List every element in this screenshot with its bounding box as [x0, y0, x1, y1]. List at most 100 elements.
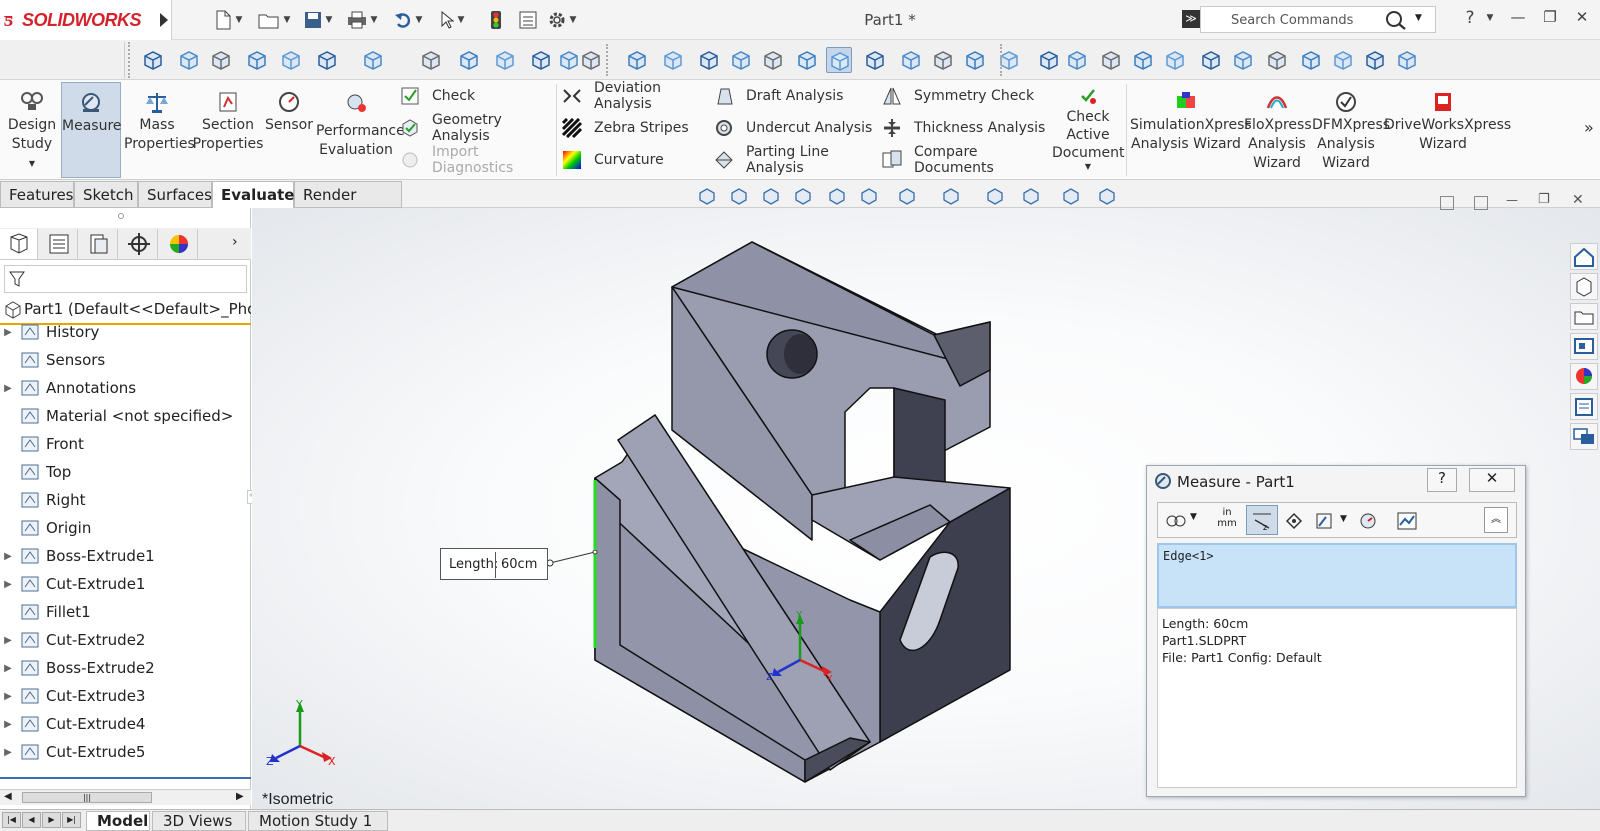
deviation-analysis-button[interactable]: Deviation Analysis: [562, 80, 712, 112]
driveworksxpress-button[interactable]: DriveWorksXpress Wizard: [1384, 82, 1511, 178]
measure-close-button[interactable]: ✕: [1469, 468, 1515, 492]
open-button[interactable]: ▼: [256, 8, 292, 32]
options-button[interactable]: ▼: [544, 8, 580, 32]
last-tab-icon[interactable]: ▶|: [62, 812, 81, 828]
featuremanager-tab[interactable]: [0, 229, 38, 259]
tree-item[interactable]: Front: [0, 430, 251, 458]
hud-zoom-to-fit-button[interactable]: [696, 186, 720, 208]
custom-properties-tab[interactable]: [1570, 393, 1598, 420]
normal-to-button[interactable]: [624, 47, 650, 73]
measure-help-button[interactable]: ?: [1427, 468, 1457, 492]
close-window-button[interactable]: ✕: [1568, 8, 1596, 32]
expand-arrow-icon[interactable]: ▶: [0, 327, 16, 338]
front-view-button[interactable]: [660, 47, 686, 73]
expand-arrow-icon[interactable]: ▶: [0, 383, 16, 394]
expand-arrow-icon[interactable]: ▶: [0, 747, 16, 758]
viewport-minimize-icon[interactable]: —: [1506, 193, 1518, 207]
dynamic-annotation-button[interactable]: [278, 47, 304, 73]
appearances-tab[interactable]: [1570, 363, 1598, 390]
hud-view-orientation-button[interactable]: [826, 186, 850, 208]
scene-button[interactable]: [1098, 47, 1124, 73]
expand-arrow-icon[interactable]: ▶: [0, 663, 16, 674]
first-tab-icon[interactable]: |◀: [2, 812, 21, 828]
measure-button[interactable]: Measure: [61, 82, 122, 178]
draft-analysis-button[interactable]: Draft Analysis: [714, 82, 879, 110]
collapse-dialog-button[interactable]: ︽: [1484, 507, 1508, 533]
tab-render-tools[interactable]: Render Tools: [294, 181, 402, 230]
right-view-button[interactable]: [760, 47, 786, 73]
help-dropdown-icon[interactable]: ▼: [1476, 13, 1504, 37]
toolbar-grip-handle[interactable]: [128, 42, 131, 78]
render-region-button[interactable]: [1036, 47, 1062, 73]
next-tab-icon[interactable]: ▶: [42, 812, 61, 828]
hide-lines-button[interactable]: [930, 47, 956, 73]
rebuild-button[interactable]: [478, 8, 514, 32]
tab-features[interactable]: Features: [0, 181, 74, 208]
measure-dialog-header[interactable]: Measure - Part1 ? ✕: [1147, 466, 1525, 498]
tab-model[interactable]: Model: [86, 811, 150, 831]
displaymanager-tab[interactable]: [160, 229, 198, 259]
previous-view-button[interactable]: [208, 47, 234, 73]
viewport-restore-icon[interactable]: ❐: [1538, 192, 1550, 207]
tab-surfaces[interactable]: Surfaces: [138, 181, 212, 208]
propertymanager-tab[interactable]: [40, 229, 78, 259]
hud-view-settings-button[interactable]: [1020, 186, 1044, 208]
tree-item[interactable]: ▶ Cut-Extrude2: [0, 626, 251, 654]
scroll-right-icon[interactable]: ▶: [236, 791, 244, 802]
design-study-button[interactable]: Design Study ▼: [4, 82, 60, 178]
new-document-button[interactable]: ▼: [210, 8, 246, 32]
hud-apply-scene-button[interactable]: [984, 186, 1008, 208]
symmetry-check-button[interactable]: Symmetry Check: [882, 82, 1052, 110]
tab-3d-views[interactable]: 3D Views: [152, 811, 246, 831]
render-queue-button[interactable]: [1362, 47, 1388, 73]
dfmxpress-button[interactable]: DFMXpress Analysis Wizard: [1312, 82, 1390, 178]
zoom-area-button[interactable]: [176, 47, 202, 73]
length-callout[interactable]: Length: 60cm: [440, 548, 548, 580]
tree-item[interactable]: Material <not specified>: [0, 402, 251, 430]
walkthrough-button[interactable]: [1130, 47, 1156, 73]
tree-item[interactable]: Top: [0, 458, 251, 486]
undercut-analysis-button[interactable]: Undercut Analysis: [714, 114, 879, 142]
file-properties-button[interactable]: [510, 8, 546, 32]
view-orientation-button[interactable]: [314, 47, 340, 73]
mass-properties-button[interactable]: Mass Properties: [124, 82, 195, 178]
compare-documents-button[interactable]: Compare Documents: [882, 144, 1052, 176]
tree-item[interactable]: ▶ Cut-Extrude3: [0, 682, 251, 710]
tree-item[interactable]: Fillet1: [0, 598, 251, 626]
dimxpertmanager-tab[interactable]: [120, 229, 158, 259]
hud-hide-show-button[interactable]: [896, 186, 920, 208]
scroll-thumb[interactable]: |||: [22, 792, 152, 803]
command-prompt-icon[interactable]: ≫: [1182, 10, 1200, 28]
panel-collapse-dot[interactable]: [118, 213, 124, 219]
tree-item[interactable]: ▶ Cut-Extrude4: [0, 710, 251, 738]
geometry-analysis-button[interactable]: Geometry Analysis: [400, 112, 555, 144]
projection-dropdown-icon[interactable]: ▼: [1340, 514, 1347, 524]
apply-scene-button[interactable]: [492, 47, 518, 73]
tab-motion-study-1[interactable]: Motion Study 1: [248, 811, 388, 831]
solidworks-resources-tab[interactable]: [1570, 243, 1598, 270]
tab-evaluate[interactable]: Evaluate: [212, 181, 294, 208]
appearance-ball-button[interactable]: [962, 47, 988, 73]
units-precision-button[interactable]: in mm: [1214, 507, 1240, 533]
design-study-dropdown-icon[interactable]: ▼: [4, 154, 60, 173]
expand-arrow-icon[interactable]: ▶: [0, 579, 16, 590]
dimetric-view-button[interactable]: [898, 47, 924, 73]
simulationxpress-button[interactable]: SimulationXpress Analysis Wizard: [1130, 82, 1252, 178]
back-view-button[interactable]: [696, 47, 722, 73]
tree-item[interactable]: ▶ History: [0, 318, 251, 346]
configurationmanager-tab[interactable]: [80, 229, 118, 259]
tree-item[interactable]: ▶ Cut-Extrude5: [0, 738, 251, 766]
section-properties-button[interactable]: Section Properties: [192, 82, 264, 178]
trimetric-view-button[interactable]: [862, 47, 888, 73]
tree-item[interactable]: Origin: [0, 514, 251, 542]
manager-tabs-scroll-arrow[interactable]: ›: [232, 234, 238, 250]
arc-options-dropdown-icon[interactable]: ▼: [1190, 512, 1197, 522]
select-button[interactable]: ▼: [434, 8, 470, 32]
expand-arrow-icon[interactable]: ▶: [0, 551, 16, 562]
tree-filter-input[interactable]: [4, 265, 247, 293]
rotate-view-button[interactable]: [578, 47, 604, 73]
show-xyz-measurements-button[interactable]: z: [1246, 505, 1278, 535]
parting-line-analysis-button[interactable]: Parting Line Analysis: [714, 144, 879, 176]
material-button[interactable]: [1064, 47, 1090, 73]
minimize-window-button[interactable]: —: [1504, 8, 1532, 32]
